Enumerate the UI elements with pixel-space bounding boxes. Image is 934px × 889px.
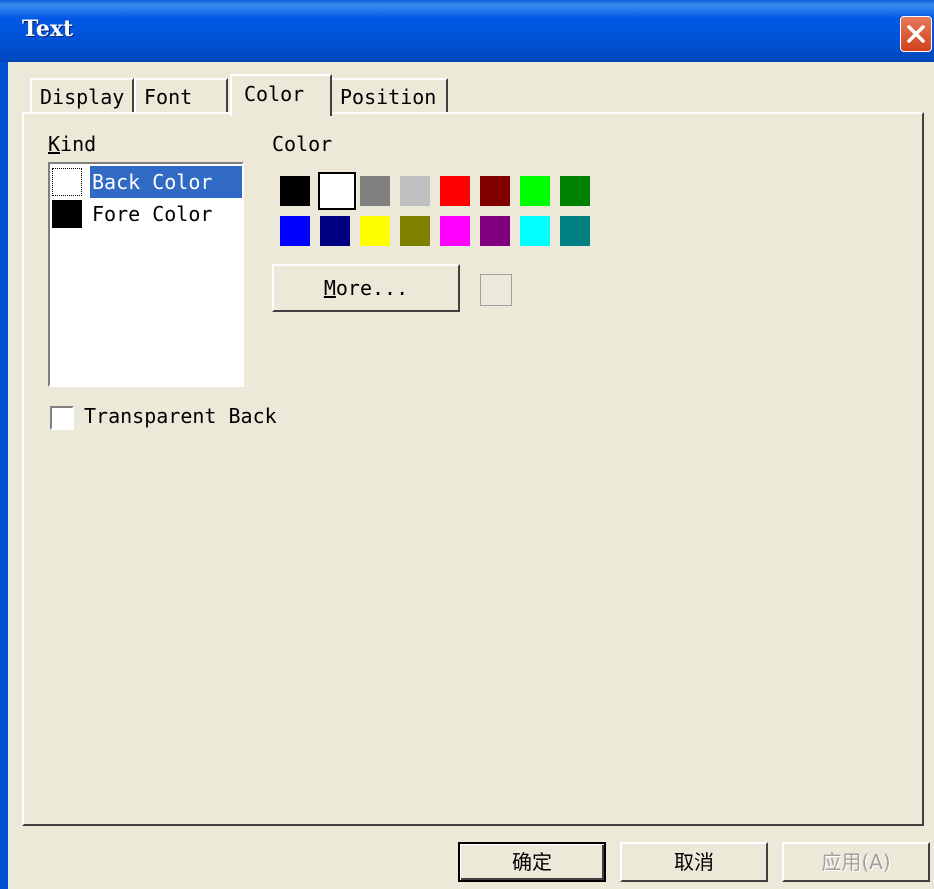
apply-button[interactable]: 应用(A) [782,842,930,882]
tab-label: Color [244,82,305,106]
color-swatch[interactable] [480,216,510,246]
color-swatch[interactable] [360,176,390,206]
color-swatch[interactable] [360,216,390,246]
close-icon [907,25,925,43]
title-bar: Text [0,0,934,62]
list-item-back-color[interactable]: Back Color [52,166,242,198]
tab-display[interactable]: Display [30,78,134,112]
color-swatch[interactable] [560,176,590,206]
list-item-label: Fore Color [92,202,213,226]
list-item-label: Back Color [92,170,213,194]
color-swatch[interactable] [440,176,470,206]
color-swatch[interactable] [440,216,470,246]
tab-font[interactable]: Font [134,78,228,112]
color-swatch[interactable] [480,176,510,206]
cancel-button[interactable]: 取消 [620,842,768,882]
color-swatch[interactable] [400,176,430,206]
window-title: Text [22,16,74,42]
close-button[interactable] [900,16,932,52]
color-swatch[interactable] [318,172,356,210]
color-swatch[interactable] [520,216,550,246]
window-frame [0,62,8,889]
transparent-back-checkbox[interactable] [50,406,74,430]
tab-label: Display [40,85,125,109]
tab-label: Position [340,85,437,109]
kind-listbox[interactable]: Back Color Fore Color [48,162,244,387]
color-label: Color [272,132,333,156]
color-swatch [52,168,82,196]
color-swatch[interactable] [320,216,350,246]
tab-color[interactable]: Color [230,74,332,116]
more-colors-button[interactable]: More... [272,264,460,312]
color-swatch[interactable] [280,216,310,246]
transparent-back-label: Transparent Back [84,404,277,428]
color-swatch [52,200,82,228]
color-swatch[interactable] [520,176,550,206]
color-swatch[interactable] [280,176,310,206]
color-preview [480,274,512,306]
tab-position[interactable]: Position [330,78,448,112]
ok-button[interactable]: 确定 [458,842,606,882]
color-swatch[interactable] [560,216,590,246]
color-swatch[interactable] [400,216,430,246]
list-item-fore-color[interactable]: Fore Color [52,198,242,228]
kind-label: Kind [48,132,97,156]
tab-label: Font [144,85,193,109]
